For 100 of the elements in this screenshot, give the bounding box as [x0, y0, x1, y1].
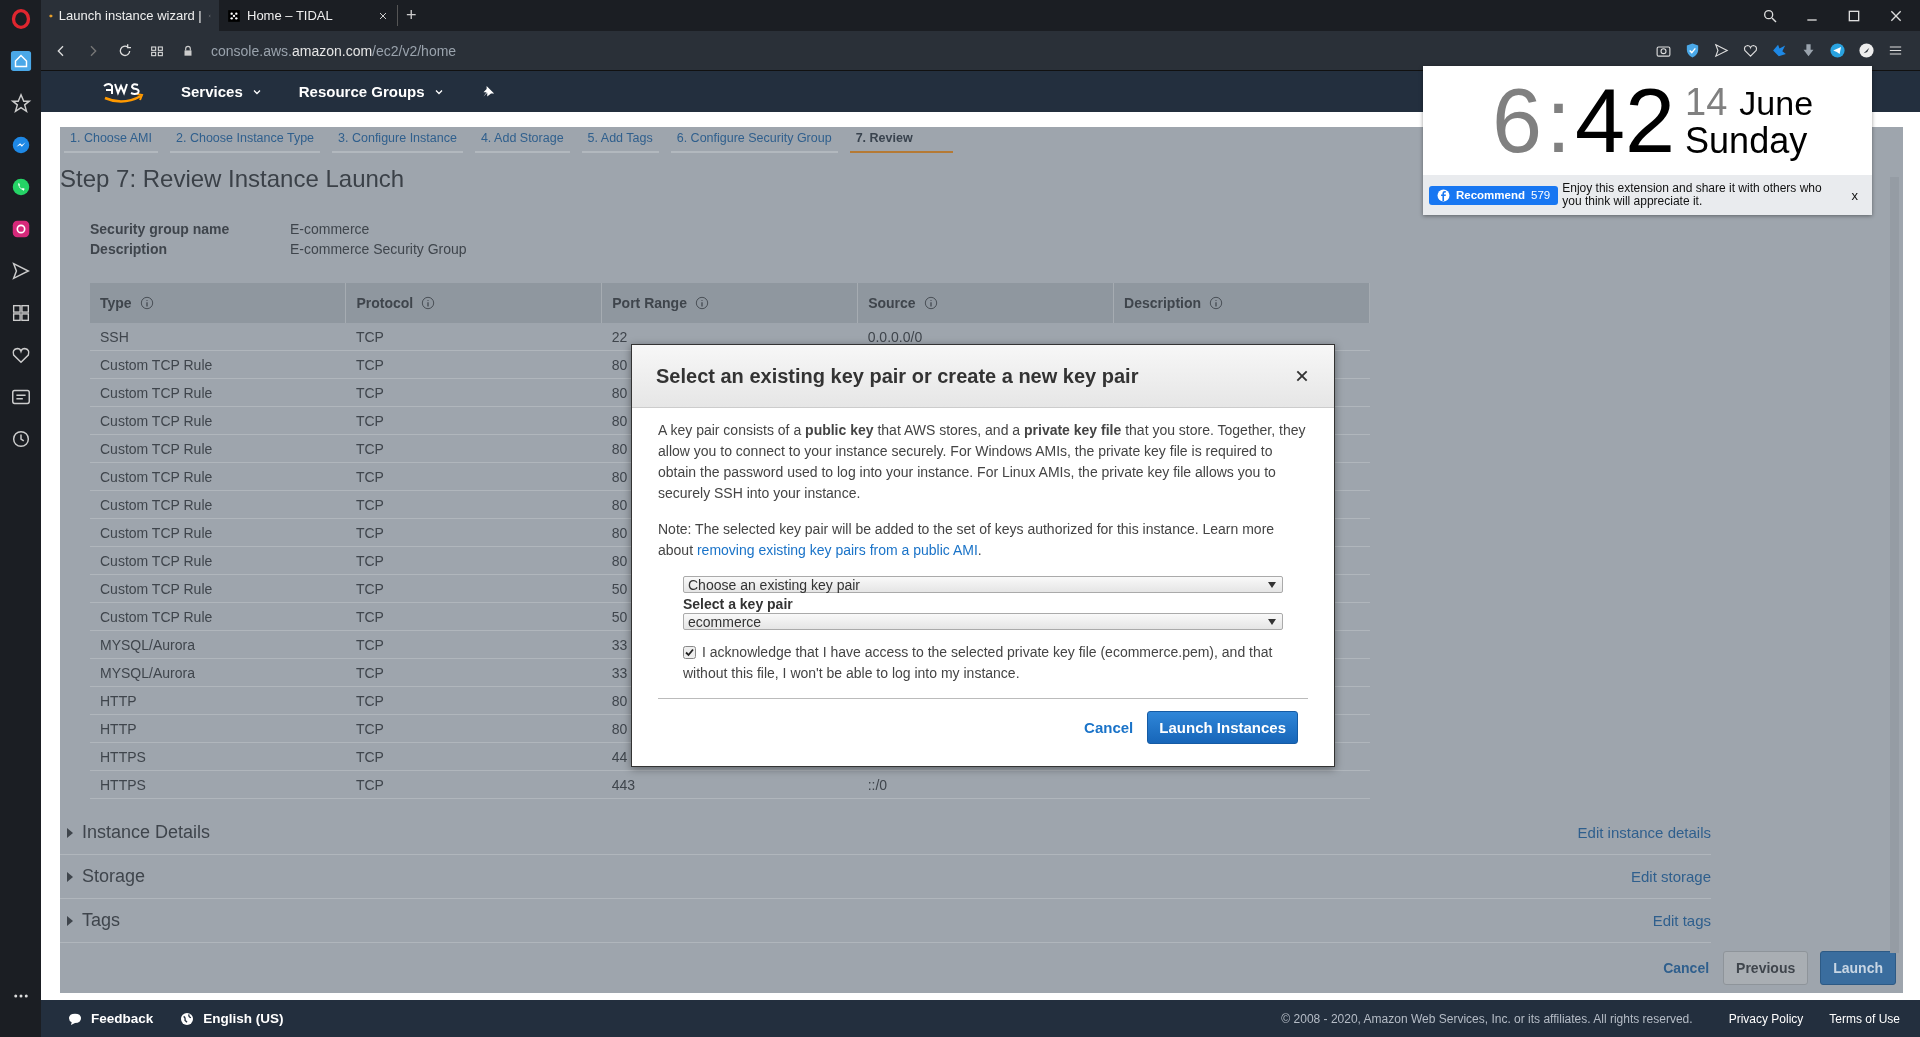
- nav-menu[interactable]: Resource Groups: [298, 83, 445, 100]
- select-label: Select a key pair: [683, 596, 794, 612]
- feedback-link[interactable]: Feedback: [67, 1010, 154, 1027]
- home-icon[interactable]: [9, 50, 32, 72]
- wizard-step-tab[interactable]: 6. Configure Security Group: [670, 127, 838, 153]
- edit-link[interactable]: Edit storage: [1630, 868, 1711, 885]
- table-cell: 44: [611, 748, 628, 765]
- wizard-step-tab[interactable]: 3. Configure Instance: [332, 127, 463, 153]
- launch-instances-button[interactable]: Launch Instances: [1147, 711, 1298, 744]
- address-field[interactable]: console.aws.amazon.com/ec2/v2/home: [211, 42, 457, 59]
- cancel-link[interactable]: Cancel: [1084, 719, 1134, 736]
- table-cell: 80: [611, 356, 628, 373]
- table-cell: TCP: [355, 440, 384, 457]
- table-cell: ::/0: [867, 776, 888, 793]
- reload-icon[interactable]: [117, 42, 133, 59]
- scrollbar[interactable]: [1890, 177, 1899, 953]
- section-title[interactable]: Tags: [82, 910, 1645, 931]
- key-pair-mode-dropdown[interactable]: Choose an existing key pair: [683, 576, 1283, 593]
- telegram-icon[interactable]: [1829, 42, 1846, 59]
- star-icon[interactable]: [9, 92, 32, 114]
- previous-button[interactable]: Previous: [1723, 951, 1809, 985]
- new-tab-button[interactable]: +: [397, 5, 425, 26]
- table-cell: 80: [611, 440, 628, 457]
- field-value: E-commerce: [290, 221, 371, 237]
- table-cell: 50: [611, 580, 628, 597]
- table-cell: Custom TCP Rule: [100, 468, 213, 485]
- note-text: Note: The selected key pair will be added to the set of keys authorized for this instance. Learn more about removing existing key pairs from a public AMI.: [658, 520, 1276, 560]
- footer-link[interactable]: Terms of Use: [1829, 1011, 1900, 1026]
- globe-icon[interactable]: [179, 1010, 196, 1027]
- date-weekday: Sunday: [1685, 122, 1809, 159]
- table-cell: TCP: [355, 580, 384, 597]
- table-cell: TCP: [355, 664, 384, 681]
- footer-link[interactable]: Privacy Policy: [1728, 1011, 1804, 1026]
- wizard-step-tab[interactable]: 1. Choose AMI: [64, 127, 158, 153]
- close-button[interactable]: x: [1843, 187, 1866, 203]
- send-icon[interactable]: [9, 260, 32, 282]
- acknowledge-checkbox-label[interactable]: I acknowledge that I have access to the selected private key file (ecommerce.pem), and that without this file, I won't be able to log into my instance.: [683, 642, 1308, 684]
- info-icon[interactable]: [139, 296, 154, 310]
- table-cell: TCP: [355, 384, 384, 401]
- section-title[interactable]: Instance Details: [82, 822, 1570, 843]
- table-cell: 80: [611, 412, 628, 429]
- shield-icon[interactable]: [1684, 42, 1701, 59]
- table-cell: 80: [611, 720, 628, 737]
- table-cell: Custom TCP Rule: [100, 384, 213, 401]
- nav-menu[interactable]: Services: [181, 83, 263, 100]
- field-label: Description: [90, 241, 168, 257]
- close-icon[interactable]: [1294, 368, 1310, 384]
- key-pair-dropdown[interactable]: ecommerce: [683, 613, 1283, 630]
- expand-arrow-icon[interactable]: [66, 827, 74, 838]
- field-label: Security group name: [90, 221, 231, 237]
- browser-tab[interactable]: Launch instance wizard |: [41, 0, 219, 31]
- cancel-link[interactable]: Cancel: [1663, 960, 1712, 976]
- section-title[interactable]: Storage: [82, 866, 1623, 887]
- table-cell: TCP: [355, 720, 384, 737]
- table-cell: TCP: [355, 524, 384, 541]
- table-cell: MYSQL/Aurora: [100, 636, 195, 653]
- table-cell: MYSQL/Aurora: [100, 664, 195, 681]
- edit-link[interactable]: Edit instance details: [1577, 824, 1711, 841]
- table-cell: HTTP: [100, 720, 137, 737]
- table-cell: Custom TCP Rule: [100, 412, 213, 429]
- checkbox[interactable]: [683, 646, 696, 659]
- info-icon[interactable]: [694, 296, 709, 310]
- language-selector[interactable]: English (US): [179, 1010, 284, 1027]
- dots-grid-icon[interactable]: [227, 8, 241, 23]
- browser-tab[interactable]: Home – TIDAL: [219, 0, 397, 31]
- date-day: 14: [1685, 82, 1728, 121]
- table-cell: TCP: [355, 356, 384, 373]
- heart-icon[interactable]: [1742, 42, 1759, 59]
- wing-icon[interactable]: [1771, 42, 1788, 59]
- search-icon[interactable]: [1762, 7, 1778, 24]
- page-heading: Step 7: Review Instance Launch: [60, 165, 405, 193]
- wizard-step-tab[interactable]: 7. Review: [849, 127, 953, 153]
- compass-icon[interactable]: [1858, 42, 1875, 59]
- send-icon[interactable]: [1713, 42, 1730, 59]
- expand-arrow-icon[interactable]: [66, 871, 74, 882]
- pin-icon[interactable]: [480, 84, 496, 99]
- table-cell: 80: [611, 552, 628, 569]
- table-cell: Custom TCP Rule: [100, 524, 213, 541]
- expand-arrow-icon[interactable]: [66, 915, 74, 926]
- info-icon[interactable]: [923, 296, 938, 310]
- wizard-step-tab[interactable]: 2. Choose Instance Type: [170, 127, 321, 153]
- copyright-text: © 2008 - 2020, Amazon Web Services, Inc. or its affiliates. All rights reserved.: [1281, 1011, 1693, 1026]
- table-cell: HTTPS: [100, 748, 146, 765]
- table-cell: Custom TCP Rule: [100, 608, 213, 625]
- table-cell: 33: [611, 664, 628, 681]
- opera-logo-icon[interactable]: [10, 8, 31, 30]
- edit-link[interactable]: Edit tags: [1652, 912, 1711, 929]
- table-cell: 0.0.0.0/0: [867, 328, 923, 345]
- info-icon[interactable]: [1209, 296, 1224, 310]
- launch-button[interactable]: Launch: [1820, 951, 1896, 985]
- wizard-step-tab[interactable]: 5. Add Tags: [581, 127, 659, 153]
- wizard-step-tab[interactable]: 4. Add Storage: [474, 127, 570, 153]
- recommend-button[interactable]: Recommend 579: [1429, 185, 1559, 205]
- help-link[interactable]: removing existing key pairs from a public AMI: [696, 542, 978, 558]
- table-cell: HTTPS: [100, 776, 146, 793]
- clock-hour: 6: [1491, 75, 1542, 166]
- caret-icon: [1268, 581, 1276, 588]
- info-icon[interactable]: [421, 296, 436, 310]
- facebook-icon: [1437, 188, 1450, 202]
- column-header: Port Range: [601, 283, 858, 323]
